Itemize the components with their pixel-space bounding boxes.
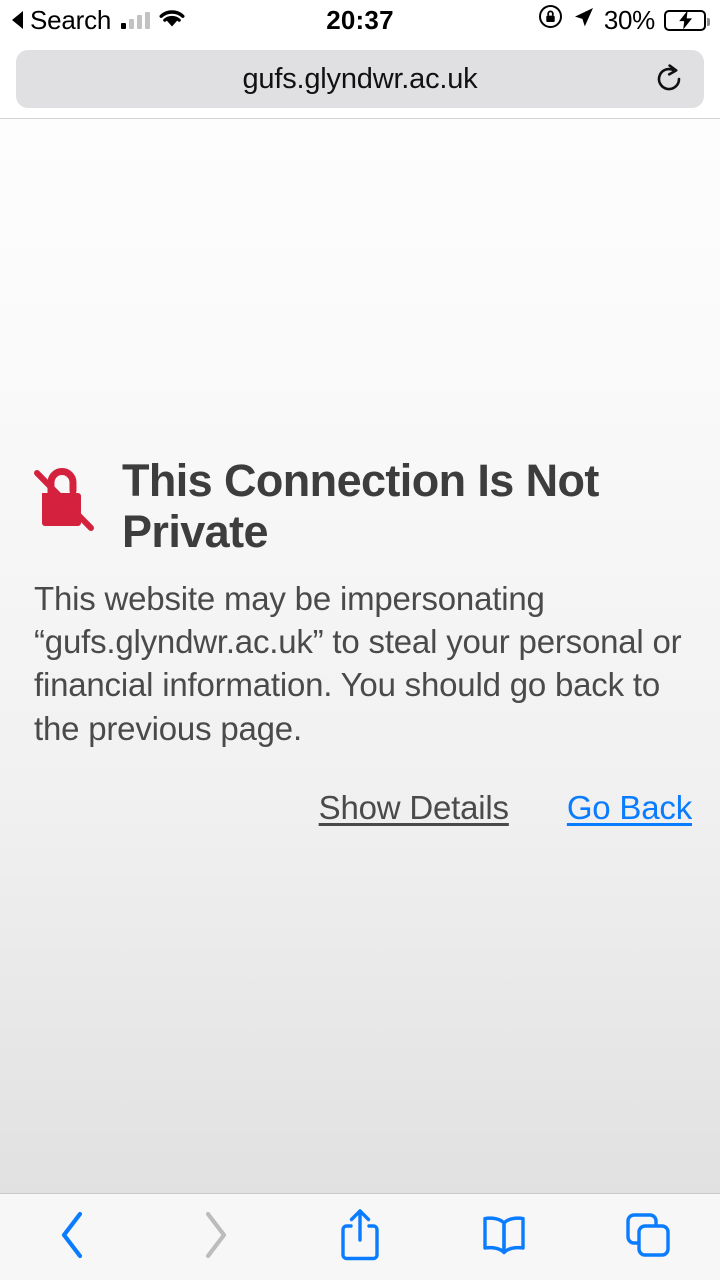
status-bar: Search 20:37 30% (0, 0, 720, 40)
tabs-button[interactable] (576, 1194, 720, 1280)
tabs-icon (623, 1210, 673, 1265)
reload-icon[interactable] (652, 62, 686, 96)
share-icon (338, 1207, 382, 1268)
browser-chrome: gufs.glyndwr.ac.uk (0, 40, 720, 119)
address-bar[interactable]: gufs.glyndwr.ac.uk (16, 50, 704, 108)
battery-charging-icon (663, 9, 710, 31)
error-actions: Show Details Go Back (34, 789, 693, 827)
chevron-right-icon (201, 1210, 231, 1265)
error-page: This Connection Is Not Private This webs… (0, 119, 720, 1193)
nav-back-button[interactable] (0, 1194, 144, 1280)
safari-screen: Search 20:37 30% gufs.glyndwr.ac.uk This… (0, 0, 720, 1280)
location-arrow-icon (572, 5, 595, 36)
nav-forward-button[interactable] (144, 1194, 288, 1280)
wifi-icon (157, 5, 187, 36)
error-description: This website may be impersonating “gufs.… (34, 580, 682, 747)
share-button[interactable] (288, 1194, 432, 1280)
go-back-link[interactable]: Go Back (567, 789, 692, 827)
error-header: This Connection Is Not Private (34, 455, 692, 558)
status-bar-right: 30% (482, 4, 720, 36)
status-bar-back-label[interactable]: Search (30, 5, 111, 36)
rotation-lock-icon (538, 4, 563, 36)
bookmarks-button[interactable] (432, 1194, 576, 1280)
status-bar-left: Search (0, 5, 238, 36)
book-icon (479, 1213, 529, 1262)
url-text[interactable]: gufs.glyndwr.ac.uk (243, 63, 478, 96)
status-bar-center: 20:37 (238, 5, 483, 36)
show-details-link[interactable]: Show Details (319, 789, 509, 827)
page-title: This Connection Is Not Private (122, 455, 599, 558)
chevron-left-icon (57, 1210, 87, 1265)
clock: 20:37 (326, 4, 394, 35)
back-triangle-icon[interactable] (12, 11, 23, 29)
battery-percent-label: 30% (603, 4, 655, 35)
cellular-signal-icon (121, 11, 151, 29)
browser-toolbar (0, 1193, 720, 1280)
broken-lock-icon (34, 465, 96, 531)
